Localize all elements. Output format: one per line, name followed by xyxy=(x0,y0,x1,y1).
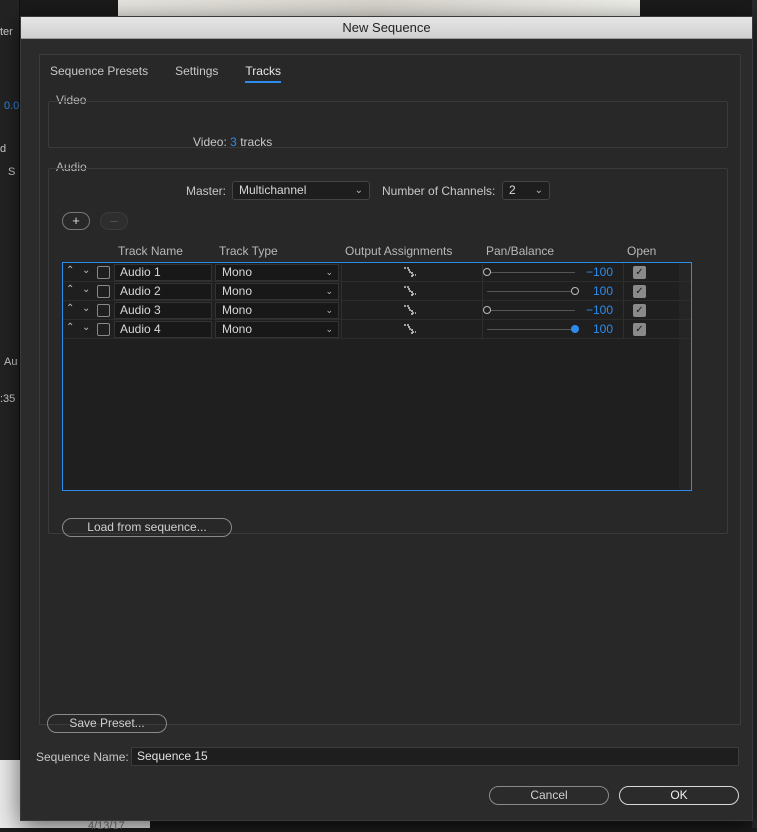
video-label: Video: xyxy=(193,135,227,149)
track-type-value: Mono xyxy=(222,322,253,336)
move-up-icon[interactable]: ⌃ xyxy=(66,284,74,295)
background-video-preview xyxy=(118,0,640,16)
background-text: :35 xyxy=(0,393,16,405)
move-up-icon[interactable]: ⌃ xyxy=(66,303,74,314)
ok-button[interactable]: OK xyxy=(619,786,739,805)
master-dropdown[interactable]: Multichannel ⌄ xyxy=(232,181,370,200)
column-track-name: Track Name xyxy=(118,244,183,258)
tabs-panel: Sequence Presets Settings Tracks Video V… xyxy=(39,54,741,733)
move-up-icon[interactable]: ⌃ xyxy=(66,322,74,333)
tab-bar: Sequence Presets Settings Tracks xyxy=(50,64,281,83)
save-preset-button[interactable]: Save Preset... xyxy=(47,714,167,733)
column-open: Open xyxy=(627,244,657,258)
column-output-assignments: Output Assignments xyxy=(345,244,453,258)
track-row: ⌃ ⌄ Audio 1 Mono ⌄ −100 ✓ xyxy=(63,263,691,282)
output-assignment-icon[interactable] xyxy=(403,304,417,317)
background-left-panel: ter 0.0 d S Au :35 xyxy=(0,0,20,828)
remove-track-button[interactable]: – xyxy=(100,212,128,230)
chevron-down-icon: ⌄ xyxy=(534,185,543,196)
open-checkbox[interactable]: ✓ xyxy=(633,323,646,336)
open-checkbox[interactable]: ✓ xyxy=(633,304,646,317)
track-type-value: Mono xyxy=(222,303,253,317)
new-sequence-dialog: New Sequence Sequence Presets Settings T… xyxy=(20,16,753,821)
video-track-count: Video: 3 tracks xyxy=(193,135,272,149)
track-type-dropdown[interactable]: Mono ⌄ xyxy=(215,302,339,319)
pan-value[interactable]: −100 xyxy=(571,303,613,317)
column-track-type: Track Type xyxy=(219,244,278,258)
channels-label: Number of Channels: xyxy=(382,184,496,198)
background-text: ter xyxy=(0,26,13,38)
load-from-sequence-button[interactable]: Load from sequence... xyxy=(62,518,232,537)
background-text: Au xyxy=(4,356,18,368)
chevron-down-icon: ⌄ xyxy=(354,185,363,196)
chevron-down-icon: ⌄ xyxy=(325,286,333,296)
move-down-icon[interactable]: ⌄ xyxy=(82,284,90,295)
background-text: 0.0 xyxy=(4,100,20,112)
move-down-icon[interactable]: ⌄ xyxy=(82,303,90,314)
track-row: ⌃ ⌄ Audio 4 Mono ⌄ 100 ✓ xyxy=(63,320,691,339)
sequence-name-input[interactable]: Sequence 15 xyxy=(131,747,739,766)
open-checkbox[interactable]: ✓ xyxy=(633,285,646,298)
audio-tracks-table: ⌃ ⌄ Audio 1 Mono ⌄ −100 ✓ ⌃ ⌄ Audio 2 Mon… xyxy=(62,262,692,491)
video-unit: tracks xyxy=(240,135,273,149)
background-text: d xyxy=(0,143,7,155)
track-select-checkbox[interactable] xyxy=(97,323,110,336)
output-assignment-icon[interactable] xyxy=(403,323,417,336)
track-row: ⌃ ⌄ Audio 2 Mono ⌄ 100 ✓ xyxy=(63,282,691,301)
pan-value[interactable]: −100 xyxy=(571,265,613,279)
output-assignment-icon[interactable] xyxy=(403,266,417,279)
track-select-checkbox[interactable] xyxy=(97,304,110,317)
track-type-dropdown[interactable]: Mono ⌄ xyxy=(215,321,339,338)
pan-slider-track xyxy=(487,272,575,273)
column-pan-balance: Pan/Balance xyxy=(486,244,555,258)
track-name-field[interactable]: Audio 3 xyxy=(114,302,212,319)
channels-dropdown[interactable]: 2 ⌄ xyxy=(502,181,550,200)
open-checkbox[interactable]: ✓ xyxy=(633,266,646,279)
video-count-value[interactable]: 3 xyxy=(230,135,237,149)
track-select-checkbox[interactable] xyxy=(97,285,110,298)
move-up-icon[interactable]: ⌃ xyxy=(66,265,74,276)
video-group xyxy=(48,101,728,148)
output-assignment-icon[interactable] xyxy=(403,285,417,298)
track-name-field[interactable]: Audio 1 xyxy=(114,264,212,281)
sequence-name-label: Sequence Name: xyxy=(36,750,129,764)
background-date: 4/13/17 xyxy=(88,820,125,832)
track-type-dropdown[interactable]: Mono ⌄ xyxy=(215,283,339,300)
dialog-title: New Sequence xyxy=(21,17,752,39)
pan-value[interactable]: 100 xyxy=(571,284,613,298)
chevron-down-icon: ⌄ xyxy=(325,324,333,334)
pan-slider-track xyxy=(487,329,575,330)
pan-slider-track xyxy=(487,291,575,292)
cancel-button[interactable]: Cancel xyxy=(489,786,609,805)
move-down-icon[interactable]: ⌄ xyxy=(82,322,90,333)
pan-slider-knob[interactable] xyxy=(483,268,491,276)
tab-settings[interactable]: Settings xyxy=(175,64,218,83)
pan-slider-track xyxy=(487,310,575,311)
track-name-field[interactable]: Audio 2 xyxy=(114,283,212,300)
background-text: S xyxy=(8,166,16,178)
track-select-checkbox[interactable] xyxy=(97,266,110,279)
tab-tracks[interactable]: Tracks xyxy=(245,64,281,83)
chevron-down-icon: ⌄ xyxy=(325,305,333,315)
track-type-value: Mono xyxy=(222,265,253,279)
pan-slider-knob[interactable] xyxy=(483,306,491,314)
pan-value[interactable]: 100 xyxy=(571,322,613,336)
chevron-down-icon: ⌄ xyxy=(325,267,333,277)
add-track-button[interactable]: + xyxy=(62,212,90,230)
track-row: ⌃ ⌄ Audio 3 Mono ⌄ −100 ✓ xyxy=(63,301,691,320)
master-value: Multichannel xyxy=(239,183,307,197)
tab-sequence-presets[interactable]: Sequence Presets xyxy=(50,64,148,83)
track-type-value: Mono xyxy=(222,284,253,298)
channels-value: 2 xyxy=(509,183,516,197)
master-label: Master: xyxy=(186,184,227,198)
track-type-dropdown[interactable]: Mono ⌄ xyxy=(215,264,339,281)
move-down-icon[interactable]: ⌄ xyxy=(82,265,90,276)
track-name-field[interactable]: Audio 4 xyxy=(114,321,212,338)
